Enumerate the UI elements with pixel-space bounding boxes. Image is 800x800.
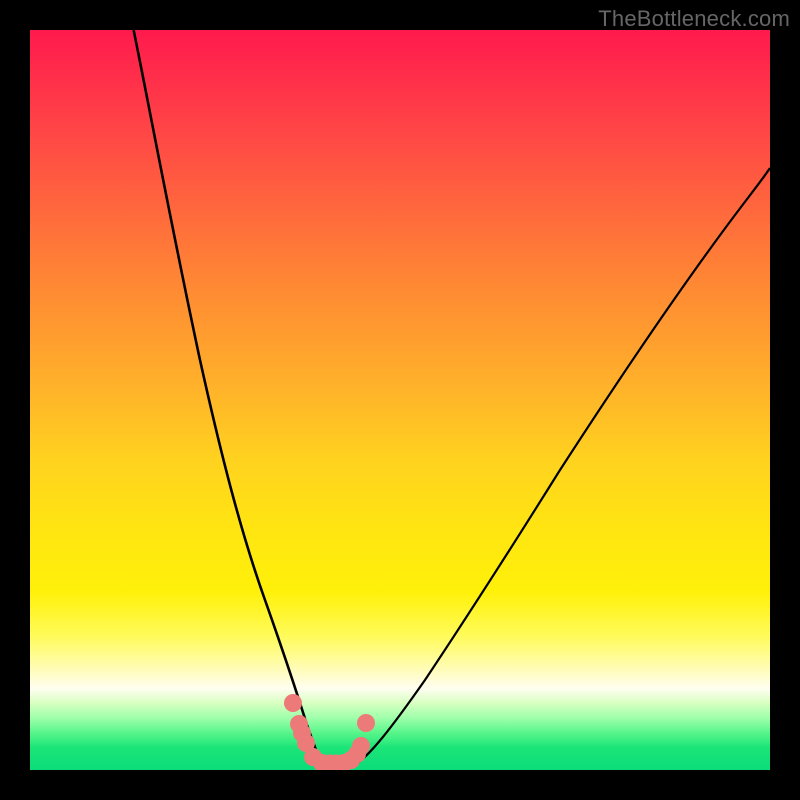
left-curve (134, 30, 322, 765)
plot-area (30, 30, 770, 770)
watermark-text: TheBottleneck.com (598, 6, 790, 32)
curve-layer (30, 30, 770, 770)
marker (357, 714, 375, 732)
right-curve (355, 168, 770, 765)
chart-frame: TheBottleneck.com (0, 0, 800, 800)
marker (284, 694, 302, 712)
marker (352, 737, 370, 755)
marker-group (284, 694, 375, 770)
